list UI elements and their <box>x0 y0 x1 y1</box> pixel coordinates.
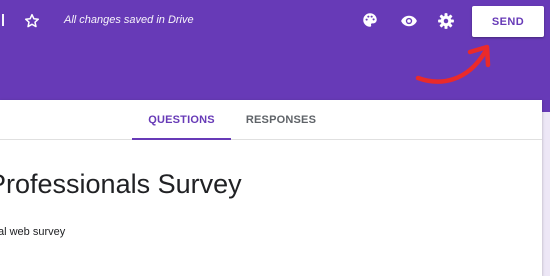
form-title[interactable]: Professionals Survey <box>0 169 242 200</box>
star-icon[interactable] <box>19 8 45 34</box>
gear-icon[interactable] <box>433 8 459 34</box>
palette-icon[interactable] <box>357 7 383 33</box>
save-status: All changes saved in Drive <box>64 14 194 26</box>
tab-responses[interactable]: RESPONSES <box>231 100 331 140</box>
editor-header: All changes saved in Drive SEND <box>0 0 550 112</box>
annotation-arrow-icon <box>415 44 491 84</box>
partial-icon-left-edge <box>0 14 4 26</box>
send-button[interactable]: SEND <box>472 6 544 37</box>
forms-editor: All changes saved in Drive SEND QUESTION… <box>0 0 550 276</box>
eye-icon[interactable] <box>396 8 422 34</box>
tab-questions[interactable]: QUESTIONS <box>132 100 231 140</box>
tab-bar: QUESTIONS RESPONSES <box>0 100 542 140</box>
form-description[interactable]: al web survey <box>0 226 65 238</box>
form-card: QUESTIONS RESPONSES Professionals Survey… <box>0 100 542 276</box>
